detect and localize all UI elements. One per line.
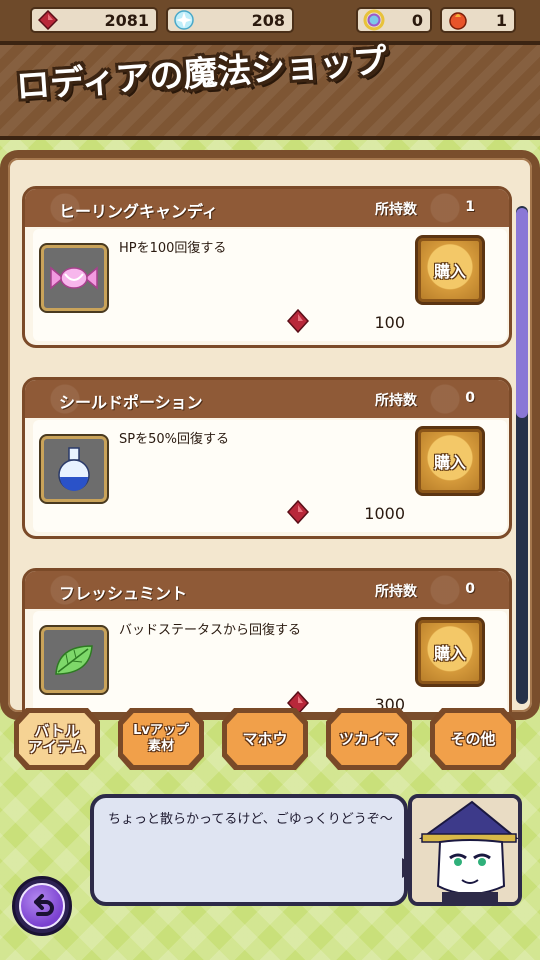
owned-count: 1 (465, 199, 475, 215)
back-button[interactable] (12, 876, 72, 936)
buy-button[interactable]: 購入 (415, 235, 485, 305)
page-title: ロディアの魔法ショップ (14, 41, 389, 107)
crystal-counter: 208 (166, 7, 294, 33)
shopkeeper-character-icon (412, 798, 518, 902)
item-name: ヒーリングキャンディ (59, 202, 218, 221)
scrollbar-thumb[interactable] (516, 208, 528, 418)
fire-orb-icon (446, 8, 470, 32)
dialog-text: ちょっと散らかってるけど、ごゆっくりどうぞ～ (108, 812, 393, 827)
owned-label: 所持数 (375, 202, 417, 218)
item-price: 1000 (364, 504, 405, 523)
tab-label: Lvアップ 素材 (123, 713, 199, 765)
candy-icon (41, 245, 107, 311)
gem-count: 2081 (104, 10, 149, 30)
speech-bubble: ちょっと散らかってるけど、ごゆっくりどうぞ～ (90, 794, 408, 906)
crystal-icon (172, 8, 196, 32)
potion-icon (41, 436, 107, 502)
price-gem-icon (286, 308, 310, 334)
item-description: HPを100回復する (119, 241, 227, 256)
shopkeeper-portrait (408, 794, 522, 906)
owned-label: 所持数 (375, 584, 417, 600)
red-gem-icon (36, 8, 60, 32)
shop-panel[interactable]: ヒーリングキャンディ 所持数 1 HPを100回復する 100 購入 シールドポ… (0, 150, 540, 720)
tab-label: バトル アイテム (19, 713, 95, 765)
tab-levelup-materials[interactable]: Lvアップ 素材 (118, 708, 204, 770)
rainbow-orb-icon (362, 8, 386, 32)
resource-bar: 2081 208 0 1 (0, 0, 540, 44)
back-arrow-icon (19, 883, 65, 929)
tab-familiars[interactable]: ツカイマ (326, 708, 412, 770)
item-header: フレッシュミント 所持数 0 (25, 571, 509, 609)
shop-item-healing-candy: ヒーリングキャンディ 所持数 1 HPを100回復する 100 購入 (22, 186, 512, 348)
item-description: バッドステータスから回復する (119, 623, 302, 638)
tab-others[interactable]: その他 (430, 708, 516, 770)
scrollbar[interactable] (516, 206, 528, 704)
buy-button[interactable]: 購入 (415, 617, 485, 687)
price-gem-icon (286, 499, 310, 525)
item-header: シールドポーション 所持数 0 (25, 380, 509, 418)
item-header: ヒーリングキャンディ 所持数 1 (25, 189, 509, 227)
rainbow-orb-counter: 0 (356, 7, 432, 33)
fire-orb-count: 1 (495, 10, 507, 30)
gem-counter: 2081 (30, 7, 158, 33)
item-description: SPを50%回復する (119, 432, 229, 447)
rainbow-orb-count: 0 (411, 10, 423, 30)
tab-label: ツカイマ (331, 713, 407, 765)
owned-count: 0 (465, 390, 475, 406)
tab-label: マホウ (227, 713, 303, 765)
mint-leaf-icon (41, 627, 107, 693)
buy-button[interactable]: 購入 (415, 426, 485, 496)
shop-item-fresh-mint: フレッシュミント 所持数 0 バッドステータスから回復する 300 購入 (22, 568, 512, 712)
tab-magic[interactable]: マホウ (222, 708, 308, 770)
owned-label: 所持数 (375, 393, 417, 409)
shop-item-shield-potion: シールドポーション 所持数 0 SPを50%回復する 1000 購入 (22, 377, 512, 539)
crystal-count: 208 (251, 10, 285, 30)
fire-orb-counter: 1 (440, 7, 516, 33)
title-banner: ロディアの魔法ショップ (0, 41, 540, 140)
item-name: フレッシュミント (59, 584, 188, 603)
item-price: 100 (374, 313, 405, 332)
tab-label: その他 (435, 713, 511, 765)
owned-count: 0 (465, 581, 475, 597)
item-name: シールドポーション (59, 393, 203, 412)
tab-battle-items[interactable]: バトル アイテム (14, 708, 100, 770)
